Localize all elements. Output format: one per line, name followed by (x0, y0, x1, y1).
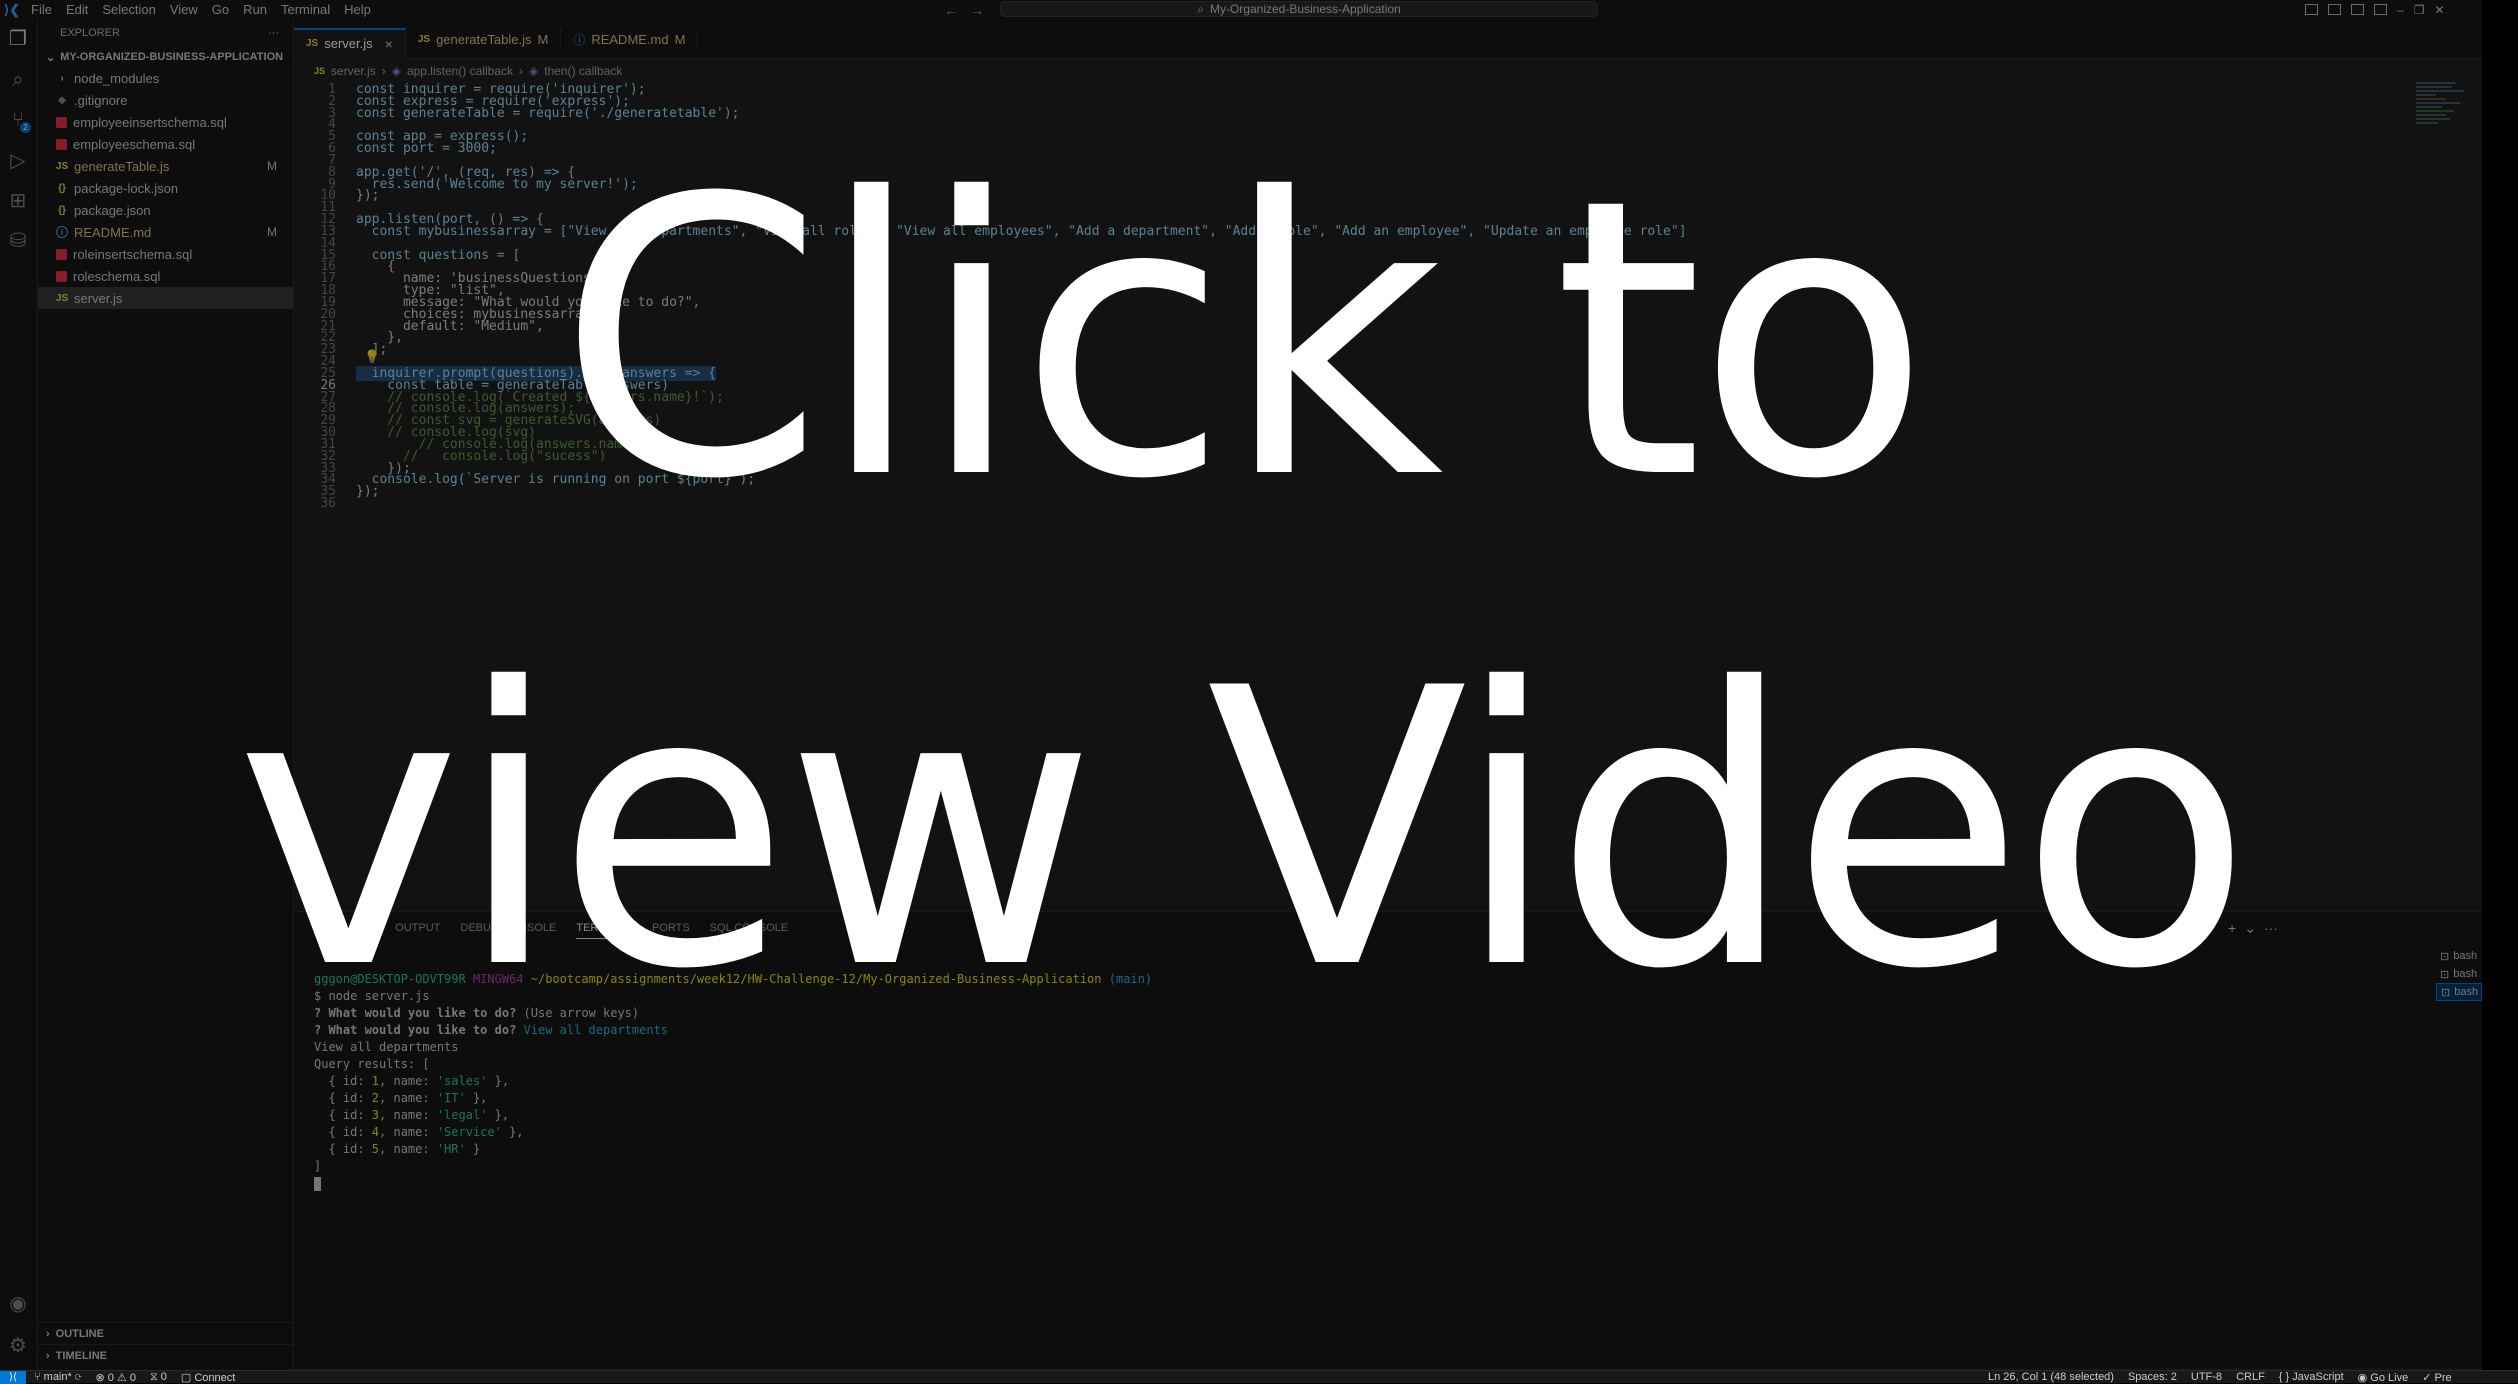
status-ports[interactable]: ⧖ 0 (150, 1371, 167, 1384)
status-bar: ⟩⟨ ⑂ main* ⟳ ⊗ 0 ⚠ 0 ⧖ 0 ▢ Connect Ln 26… (0, 1370, 2518, 1384)
warning-count: 0 (129, 1371, 136, 1384)
status-language[interactable]: { } JavaScript (2279, 1371, 2344, 1384)
video-overlay[interactable]: Click to view Video (0, 0, 2482, 1383)
connect-label: Connect (194, 1371, 236, 1384)
vscode-window: ⟩❮ File Edit Selection View Go Run Termi… (0, 0, 2482, 1383)
language-label: JavaScript (2292, 1370, 2344, 1383)
status-problems[interactable]: ⊗ 0 ⚠ 0 (95, 1371, 136, 1384)
remote-icon[interactable]: ⟩⟨ (0, 1370, 26, 1384)
status-spaces[interactable]: Spaces: 2 (2128, 1371, 2177, 1384)
status-golive[interactable]: ◉ Go Live (2358, 1371, 2409, 1384)
status-position[interactable]: Ln 26, Col 1 (48 selected) (1988, 1371, 2114, 1384)
error-count: 0 (107, 1371, 114, 1384)
golive-label: Go Live (2370, 1371, 2409, 1384)
status-left: ⑂ main* ⟳ ⊗ 0 ⚠ 0 ⧖ 0 ▢ Connect (26, 1371, 235, 1384)
status-connect[interactable]: ▢ Connect (181, 1371, 235, 1384)
overlay-line-2: view Video (235, 608, 2252, 1053)
status-encoding[interactable]: UTF-8 (2191, 1371, 2222, 1384)
overlay-line-1: Click to (557, 118, 1930, 563)
letterbox-bar (2482, 0, 2518, 1383)
branch-name: main* (43, 1370, 72, 1383)
ports-count: 0 (160, 1370, 167, 1383)
prettier-label: Pre (2434, 1371, 2452, 1384)
click-to-view-video-text[interactable]: Click to view Video (0, 96, 2482, 1076)
status-prettier[interactable]: ✓ Pre (2422, 1371, 2451, 1384)
status-eol[interactable]: CRLF (2236, 1371, 2265, 1384)
status-branch[interactable]: ⑂ main* ⟳ (34, 1371, 81, 1384)
status-right: Ln 26, Col 1 (48 selected) Spaces: 2 UTF… (1988, 1371, 2452, 1384)
